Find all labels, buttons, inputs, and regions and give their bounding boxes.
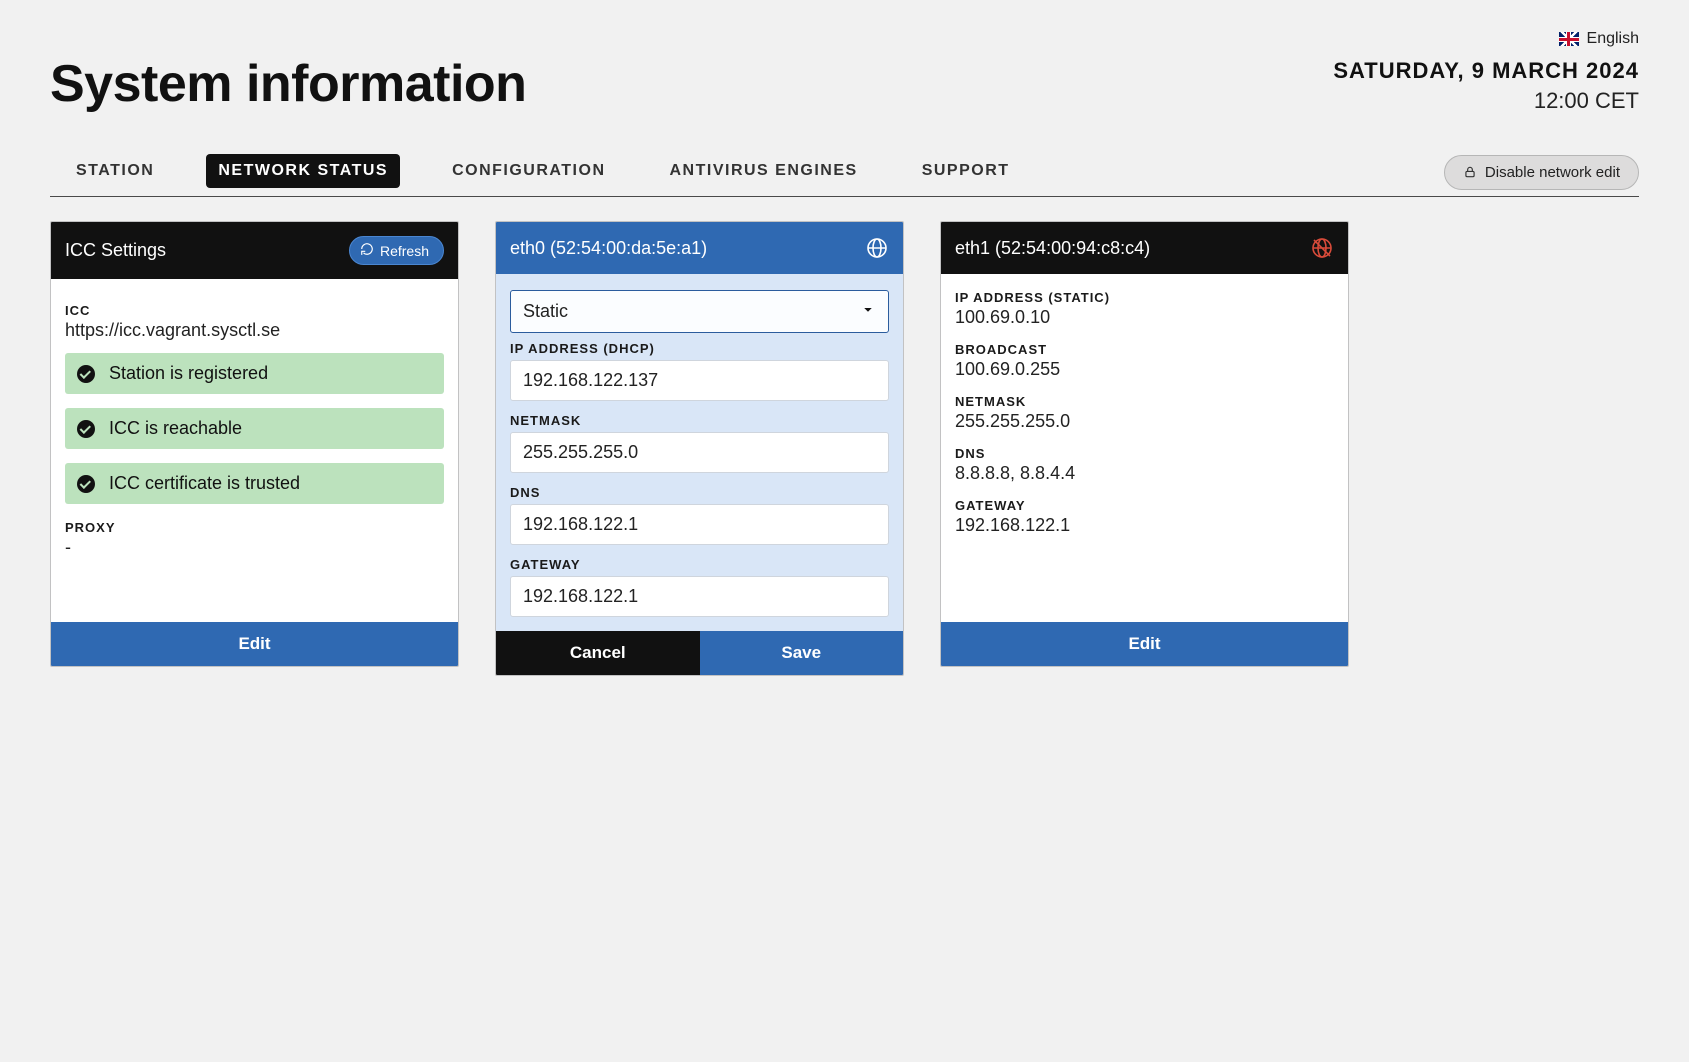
eth0-netmask-input[interactable]: [510, 432, 889, 473]
eth0-gateway-input[interactable]: [510, 576, 889, 617]
eth0-dns-input[interactable]: [510, 504, 889, 545]
eth1-dns-value: 8.8.8.8, 8.8.4.4: [955, 463, 1334, 484]
icc-card-title: ICC Settings: [65, 240, 166, 261]
language-switcher[interactable]: English: [1559, 30, 1639, 48]
page-title: System information: [50, 56, 526, 113]
check-icon: [77, 420, 95, 438]
eth1-gateway-value: 192.168.122.1: [955, 515, 1334, 536]
icc-settings-card: ICC Settings Refresh ICC https://icc.vag…: [50, 221, 459, 667]
eth0-card-header: eth0 (52:54:00:da:5e:a1): [496, 222, 903, 274]
proxy-value: -: [65, 537, 444, 558]
eth1-card-header: eth1 (52:54:00:94:c8:c4): [941, 222, 1348, 274]
proxy-label: PROXY: [65, 520, 444, 535]
eth1-ip-label: IP ADDRESS (STATIC): [955, 290, 1334, 305]
eth1-card: eth1 (52:54:00:94:c8:c4) IP ADDRESS (STA…: [940, 221, 1349, 667]
icc-edit-button[interactable]: Edit: [51, 622, 458, 666]
status-cert-trusted: ICC certificate is trusted: [65, 463, 444, 504]
eth0-gateway-label: GATEWAY: [510, 557, 889, 572]
tab-network-status[interactable]: NETWORK STATUS: [206, 154, 400, 188]
eth1-netmask-label: NETMASK: [955, 394, 1334, 409]
status-reachable: ICC is reachable: [65, 408, 444, 449]
tab-station[interactable]: STATION: [64, 154, 166, 188]
check-icon: [77, 475, 95, 493]
disable-network-edit-label: Disable network edit: [1485, 164, 1620, 181]
eth0-card: eth0 (52:54:00:da:5e:a1) Static IP: [495, 221, 904, 676]
check-icon: [77, 365, 95, 383]
status-registered-label: Station is registered: [109, 363, 268, 384]
header-date: SATURDAY, 9 MARCH 2024: [1333, 58, 1639, 84]
eth1-gateway-label: GATEWAY: [955, 498, 1334, 513]
eth0-cancel-button[interactable]: Cancel: [496, 631, 700, 675]
tab-support[interactable]: SUPPORT: [910, 154, 1022, 188]
eth1-card-title: eth1 (52:54:00:94:c8:c4): [955, 238, 1150, 259]
eth1-edit-button[interactable]: Edit: [941, 622, 1348, 666]
lock-icon: [1463, 165, 1477, 179]
eth0-card-title: eth0 (52:54:00:da:5e:a1): [510, 238, 707, 259]
globe-icon: [865, 236, 889, 260]
eth0-ip-input[interactable]: [510, 360, 889, 401]
eth1-broadcast-label: BROADCAST: [955, 342, 1334, 357]
top-bar: System information English SATURDAY, 9 M…: [50, 30, 1639, 114]
refresh-button[interactable]: Refresh: [349, 236, 444, 265]
eth1-ip-value: 100.69.0.10: [955, 307, 1334, 328]
eth0-ip-label: IP ADDRESS (DHCP): [510, 341, 889, 356]
eth0-netmask-label: NETMASK: [510, 413, 889, 428]
eth0-dns-label: DNS: [510, 485, 889, 500]
globe-offline-icon: [1310, 236, 1334, 260]
icc-url-label: ICC: [65, 303, 444, 318]
eth0-mode-select[interactable]: Static: [510, 290, 889, 333]
status-registered: Station is registered: [65, 353, 444, 394]
tab-configuration[interactable]: CONFIGURATION: [440, 154, 617, 188]
language-label: English: [1587, 30, 1639, 48]
eth1-broadcast-value: 100.69.0.255: [955, 359, 1334, 380]
flag-uk-icon: [1559, 32, 1579, 46]
refresh-label: Refresh: [380, 243, 429, 259]
status-reachable-label: ICC is reachable: [109, 418, 242, 439]
header-time: 12:00 CET: [1333, 88, 1639, 114]
eth1-dns-label: DNS: [955, 446, 1334, 461]
eth1-netmask-value: 255.255.255.0: [955, 411, 1334, 432]
disable-network-edit-button[interactable]: Disable network edit: [1444, 155, 1639, 190]
icc-url-value: https://icc.vagrant.sysctl.se: [65, 320, 444, 341]
status-cert-trusted-label: ICC certificate is trusted: [109, 473, 300, 494]
icc-card-header: ICC Settings Refresh: [51, 222, 458, 279]
refresh-icon: [360, 242, 374, 259]
eth0-save-button[interactable]: Save: [700, 631, 904, 675]
tabs-row: STATION NETWORK STATUS CONFIGURATION ANT…: [50, 154, 1639, 197]
tab-antivirus-engines[interactable]: ANTIVIRUS ENGINES: [658, 154, 870, 188]
